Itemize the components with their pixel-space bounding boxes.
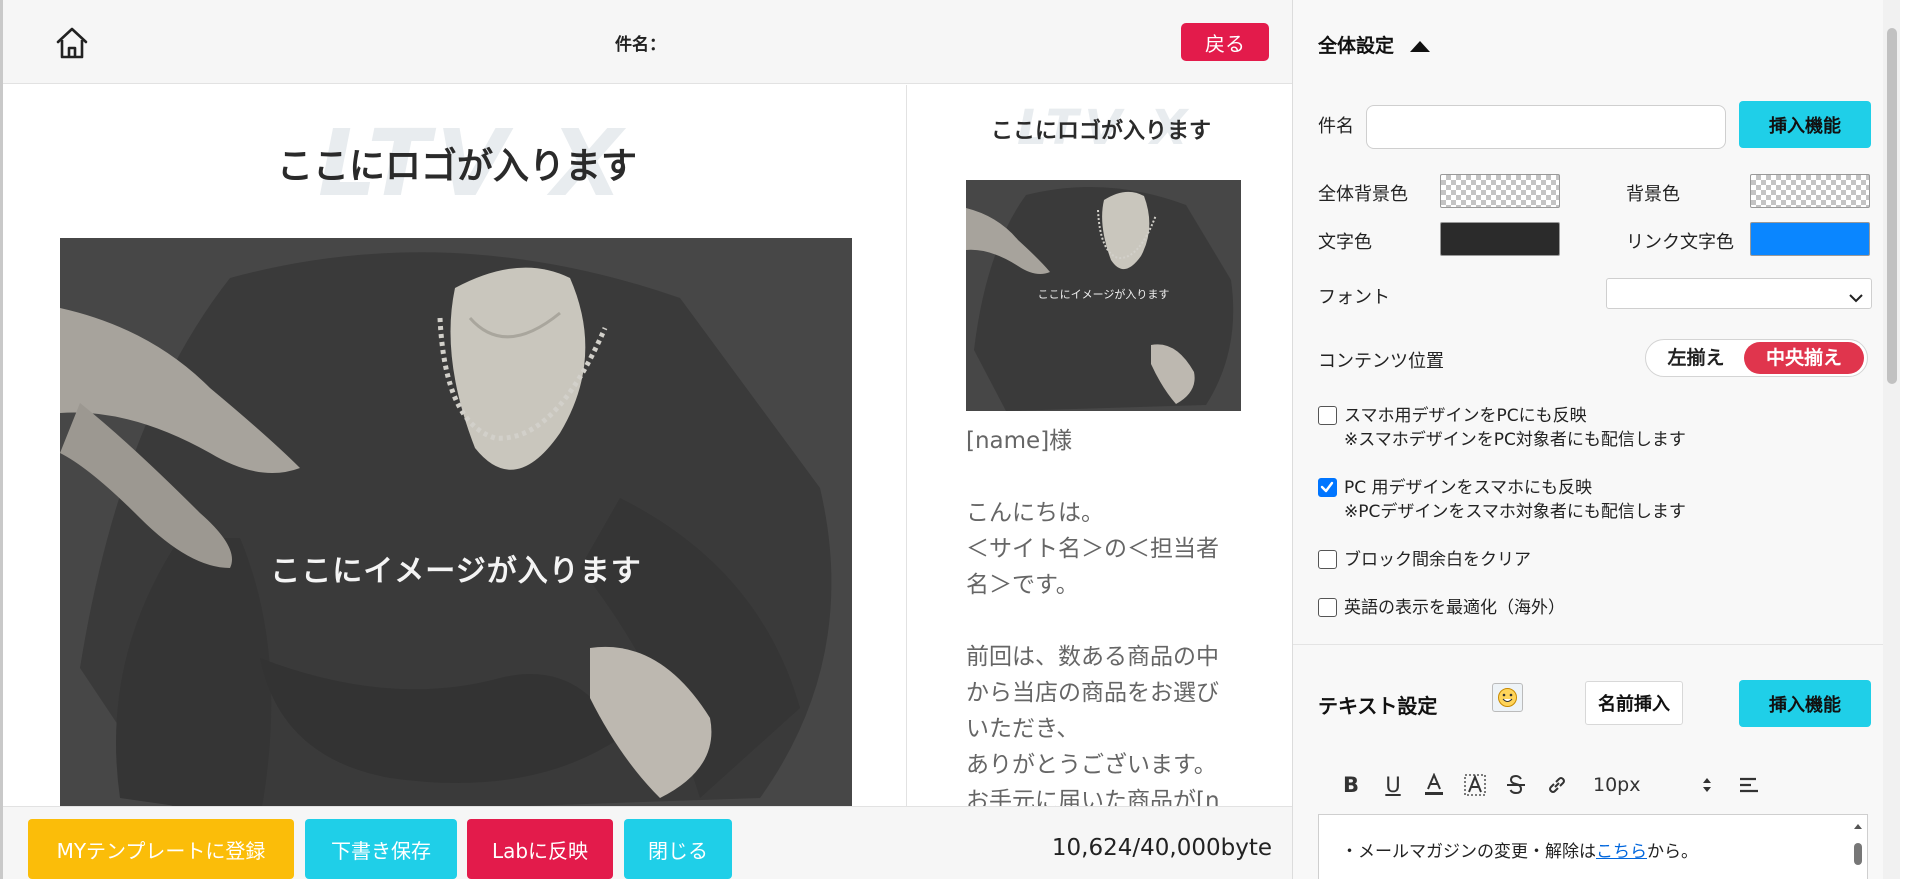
sp-preview: LTV X ここにロゴが入ります ここにイメージが入ります [name]様 こん… (907, 85, 1292, 806)
font-select[interactable] (1606, 278, 1872, 309)
top-bar: 件名： 戻る (3, 0, 1292, 84)
overall-settings-label: 全体設定 (1318, 35, 1395, 57)
preview-panel: 件名： 戻る LTV X ここにロゴが入ります ここにイメージが入ります LTV… (0, 0, 1292, 879)
insert-function-button[interactable]: 挿入機能 (1739, 101, 1871, 148)
font-color-icon[interactable] (1420, 771, 1448, 799)
editor-content: ・メールマガジンの変更・解除はこちらから。 (1341, 837, 1698, 862)
app-window: 件名： 戻る LTV X ここにロゴが入ります ここにイメージが入ります LTV… (0, 0, 1920, 879)
editor-text-prefix: ・メールマガジンの変更・解除は (1341, 842, 1596, 862)
editor-scrollbar[interactable] (1851, 819, 1865, 879)
content-position-toggle: 左揃え 中央揃え (1645, 339, 1868, 377)
bg-color-swatch[interactable] (1750, 174, 1870, 208)
align-left-icon[interactable] (1735, 771, 1763, 799)
font-size-value: 10px (1593, 774, 1641, 796)
pc-to-sp-checkbox[interactable] (1318, 478, 1337, 497)
home-icon[interactable] (53, 24, 91, 62)
sp-text-line: から当店の商品をお選び (966, 680, 1219, 706)
checkbox-label: スマホ用デザインをPCにも反映 (1344, 406, 1587, 426)
panel-scrollbar[interactable] (1883, 0, 1900, 879)
overall-bg-color-label: 全体背景色 (1318, 184, 1408, 205)
link-icon[interactable] (1543, 771, 1571, 799)
overall-settings-title[interactable]: 全体設定 (1318, 31, 1431, 58)
my-template-button[interactable]: MYテンプレートに登録 (28, 819, 294, 879)
text-editor[interactable]: ・メールマガジンの変更・解除はこちらから。 (1318, 814, 1868, 879)
chevron-down-icon (1849, 288, 1863, 307)
bg-color-label: 背景色 (1626, 184, 1680, 205)
overall-bg-color-swatch[interactable] (1440, 174, 1560, 208)
font-size-select[interactable]: 10px (1593, 771, 1713, 799)
underline-icon[interactable]: U (1379, 771, 1407, 799)
strikethrough-icon[interactable] (1502, 771, 1530, 799)
close-button[interactable]: 閉じる (624, 819, 732, 879)
subject-field-label: 件名 (1318, 116, 1354, 137)
sp-image-placeholder: ここにイメージが入ります (1037, 288, 1170, 301)
sp-to-pc-checkbox[interactable] (1318, 406, 1337, 425)
checkbox-label: 英語の表示を最適化（海外） (1344, 598, 1565, 618)
sp-text-line: ＜サイト名＞の＜担当者 (966, 536, 1219, 562)
link-color-swatch[interactable] (1750, 222, 1870, 256)
lab-reflect-button[interactable]: Labに反映 (467, 819, 613, 879)
text-color-label: 文字色 (1318, 232, 1372, 253)
font-label: フォント (1318, 287, 1390, 308)
sp-hero-image[interactable]: ここにイメージが入ります (966, 180, 1241, 411)
subject-label: 件名： (615, 35, 666, 55)
image-placeholder: ここにイメージが入ります (270, 554, 642, 589)
sp-text-line: こんにちは。 (966, 500, 1104, 526)
sp-text-line: 名＞です。 (966, 572, 1079, 598)
content-position-label: コンテンツ位置 (1318, 351, 1444, 372)
highlight-icon[interactable] (1461, 771, 1489, 799)
checkbox-note: ※スマホデザインをPC対象者にも配信します (1344, 430, 1686, 450)
hero-image[interactable]: ここにイメージが入ります (60, 238, 852, 806)
byte-counter: 10,624/40,000byte (1051, 835, 1272, 861)
subject-input[interactable] (1366, 105, 1726, 149)
text-color-swatch[interactable] (1440, 222, 1560, 256)
text-settings-title: テキスト設定 (1318, 694, 1438, 718)
optimize-english-checkbox[interactable] (1318, 598, 1337, 617)
panel-scroll-thumb[interactable] (1887, 28, 1897, 384)
align-left-option[interactable]: 左揃え (1650, 342, 1742, 374)
back-button[interactable]: 戻る (1181, 23, 1269, 61)
pc-preview: LTV X ここにロゴが入ります ここにイメージが入ります (3, 85, 906, 806)
unsubscribe-link[interactable]: こちら (1596, 842, 1647, 862)
settings-panel: 全体設定 件名 挿入機能 全体背景色 背景色 文字色 リンク文字色 フォント コ… (1292, 0, 1900, 879)
sp-logo-placeholder[interactable]: ここにロゴが入ります (991, 113, 1211, 145)
bottom-action-bar: MYテンプレートに登録 下書き保存 Labに反映 閉じる 10,624/40,0… (3, 806, 1292, 879)
sp-text-line: いただき、 (966, 716, 1080, 742)
checkbox-note: ※PCデザインをスマホ対象者にも配信します (1344, 502, 1686, 522)
emoji-icon[interactable] (1492, 683, 1523, 712)
sp-text-line: 前回は、数ある商品の中 (966, 644, 1219, 670)
editor-text-suffix: から。 (1647, 842, 1698, 862)
text-insert-function-button[interactable]: 挿入機能 (1739, 680, 1871, 727)
checkbox-label: ブロック間余白をクリア (1344, 550, 1531, 570)
size-stepper-icon (1701, 775, 1713, 799)
checkbox-label: PC 用デザインをスマホにも反映 (1344, 478, 1593, 498)
name-insert-button[interactable]: 名前挿入 (1585, 681, 1683, 725)
sp-text-line: [name]様 (966, 428, 1073, 454)
caret-up-icon[interactable] (1409, 36, 1431, 58)
sp-text-line: お手元に届いた商品が[n (966, 788, 1220, 806)
sp-text-line: ありがとうございます。 (966, 752, 1217, 778)
align-center-option[interactable]: 中央揃え (1744, 342, 1864, 374)
section-divider (1293, 644, 1900, 645)
bold-icon[interactable]: B (1337, 771, 1365, 799)
clear-block-margin-checkbox[interactable] (1318, 550, 1337, 569)
logo-placeholder[interactable]: ここにロゴが入ります (277, 137, 637, 189)
link-color-label: リンク文字色 (1626, 232, 1734, 253)
draft-save-button[interactable]: 下書き保存 (305, 819, 457, 879)
